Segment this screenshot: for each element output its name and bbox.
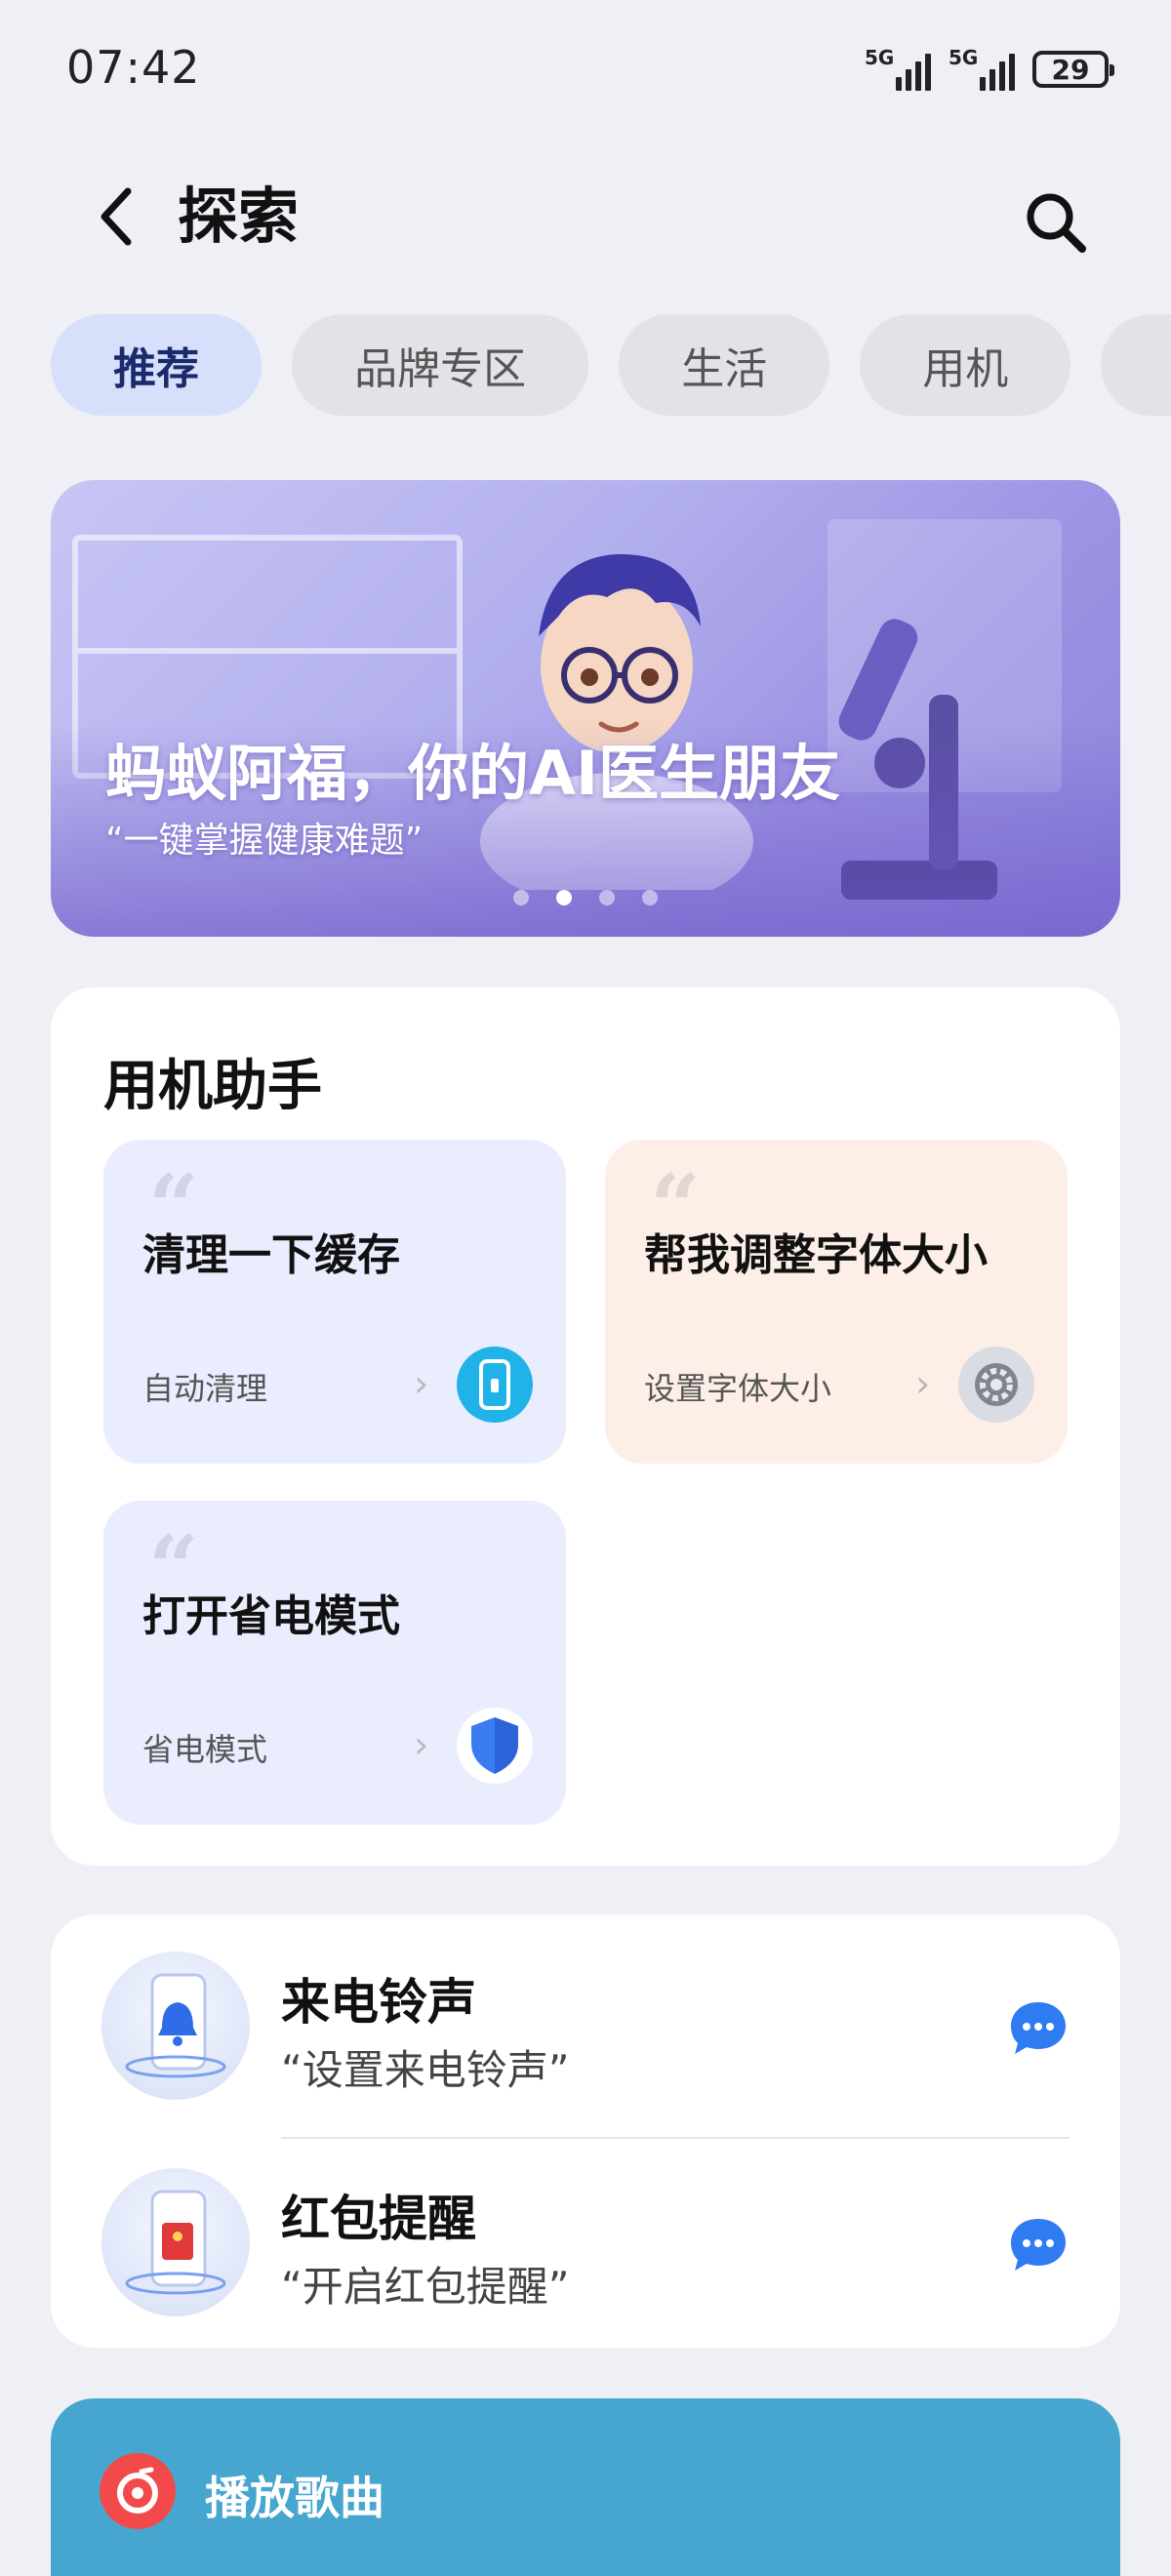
- tile-clear-cache[interactable]: “ 清理一下缓存 自动清理 ›: [103, 1140, 566, 1464]
- shortcut-list-card: 来电铃声 “设置来电铃声” 红包提醒 “开启红包提醒”: [51, 1914, 1120, 2348]
- search-icon: [1027, 193, 1086, 253]
- tile-power-saving[interactable]: “ 打开省电模式 省电模式 ›: [103, 1501, 566, 1825]
- bell-phone-icon: [101, 1952, 250, 2100]
- search-button[interactable]: [1019, 185, 1093, 260]
- settings-gear-icon[interactable]: [958, 1347, 1034, 1423]
- page-dot: [642, 890, 658, 906]
- banner-title: 蚂蚁阿福，你的AI医生朋友: [105, 738, 841, 809]
- music-app-icon: [100, 2453, 176, 2529]
- page-dot: [513, 890, 529, 906]
- assistant-title: 用机助手: [103, 1055, 322, 1118]
- play-music-card[interactable]: 播放歌曲: [51, 2398, 1120, 2576]
- page-dot-active: [556, 890, 572, 906]
- tab-life[interactable]: 生活: [619, 314, 830, 416]
- status-bar: 07:42 5G 5G 29: [0, 0, 1171, 137]
- chat-bubble-icon[interactable]: [1007, 2215, 1070, 2274]
- list-item-title: 红包提醒: [281, 2191, 476, 2247]
- phone-assistant-card: 用机助手 “ 清理一下缓存 自动清理 › “ 帮我调整字体大小 设置字体大小 ›…: [51, 987, 1120, 1866]
- list-item-subtitle: “设置来电铃声”: [281, 2046, 570, 2094]
- tile-action-label: 省电模式: [142, 1731, 268, 1768]
- red-envelope-phone-icon: [101, 2168, 250, 2316]
- chevron-right-icon: ›: [414, 1362, 429, 1405]
- shield-icon[interactable]: [457, 1708, 533, 1784]
- tile-action-label: 设置字体大小: [644, 1370, 832, 1407]
- sim1-network-label: 5G: [865, 46, 895, 69]
- promo-banner[interactable]: 蚂蚁阿福，你的AI医生朋友 “一键掌握健康难题”: [51, 480, 1120, 937]
- signal-sim1-icon: 5G: [865, 46, 931, 93]
- phone-clean-icon[interactable]: [457, 1347, 533, 1423]
- page-dot: [599, 890, 615, 906]
- music-card-label: 播放歌曲: [205, 2472, 384, 2524]
- back-button[interactable]: [82, 178, 150, 256]
- tab-more-partial[interactable]: [1101, 314, 1171, 416]
- list-item-title: 来电铃声: [281, 1974, 476, 2031]
- sim2-network-label: 5G: [949, 46, 979, 69]
- chevron-right-icon: ›: [915, 1362, 931, 1405]
- banner-page-indicator: [51, 890, 1120, 906]
- status-indicators: 5G 5G 29: [865, 45, 1114, 94]
- list-item-ringtone[interactable]: 来电铃声 “设置来电铃声”: [51, 1922, 1120, 2139]
- page-header: 探索: [0, 156, 1171, 273]
- chat-bubble-icon[interactable]: [1007, 1998, 1070, 2057]
- signal-sim2-icon: 5G: [949, 46, 1015, 93]
- battery-level: 29: [1051, 53, 1090, 86]
- list-item-subtitle: “开启红包提醒”: [281, 2263, 570, 2311]
- tile-action-label: 自动清理: [142, 1370, 268, 1407]
- status-time: 07:42: [66, 41, 201, 94]
- chevron-right-icon: ›: [414, 1723, 429, 1766]
- page-title: 探索: [178, 181, 300, 252]
- tab-brand-zone[interactable]: 品牌专区: [292, 314, 589, 416]
- category-tabs: 推荐 品牌专区 生活 用机: [51, 314, 1171, 418]
- tab-recommend[interactable]: 推荐: [51, 314, 262, 416]
- battery-icon: 29: [1032, 51, 1114, 88]
- tile-adjust-font-size[interactable]: “ 帮我调整字体大小 设置字体大小 ›: [605, 1140, 1068, 1464]
- banner-subtitle: “一键掌握健康难题”: [105, 821, 424, 861]
- tile-title: 帮我调整字体大小: [644, 1230, 988, 1280]
- tab-phone-usage[interactable]: 用机: [860, 314, 1071, 416]
- tile-title: 清理一下缓存: [142, 1230, 400, 1280]
- chevron-left-icon: [101, 187, 132, 246]
- tile-title: 打开省电模式: [142, 1591, 400, 1641]
- list-item-red-packet[interactable]: 红包提醒 “开启红包提醒”: [51, 2139, 1120, 2334]
